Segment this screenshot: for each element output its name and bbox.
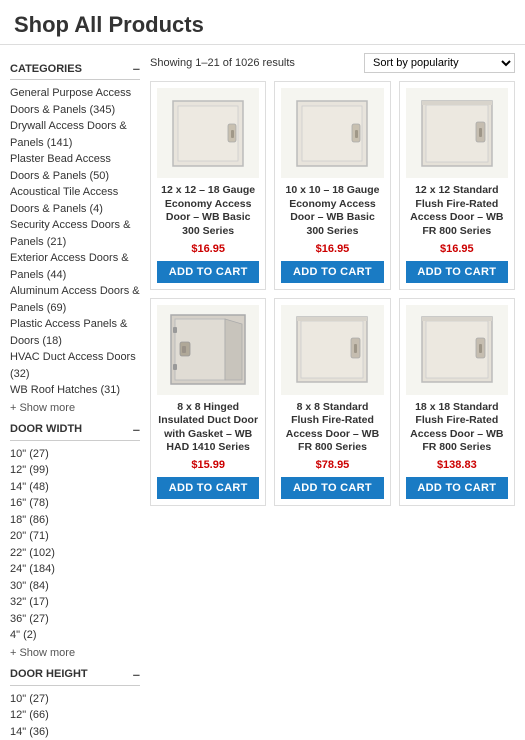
show-more-width-icon: + xyxy=(10,647,16,659)
product-image xyxy=(406,88,508,178)
door-width-14[interactable]: 14" (48) xyxy=(10,479,140,496)
page-title: Shop All Products xyxy=(0,0,525,45)
categories-show-more-label: Show more xyxy=(19,402,75,414)
door-width-36[interactable]: 36" (27) xyxy=(10,611,140,628)
product-name: 10 x 10 – 18 Gauge Economy Access Door –… xyxy=(281,184,383,239)
product-image xyxy=(157,305,259,395)
door-width-20[interactable]: 20" (71) xyxy=(10,528,140,545)
sidebar-item-plaster[interactable]: Plaster Bead Access Doors & Panels (50) xyxy=(10,151,140,184)
door-width-22[interactable]: 22" (102) xyxy=(10,545,140,562)
door-height-12[interactable]: 12" (66) xyxy=(10,707,140,724)
add-to-cart-button[interactable]: ADD TO CART xyxy=(406,261,508,283)
product-card: 12 x 12 – 18 Gauge Economy Access Door –… xyxy=(150,81,266,290)
product-image xyxy=(406,305,508,395)
sidebar-item-drywall[interactable]: Drywall Access Doors & Panels (141) xyxy=(10,118,140,151)
add-to-cart-button[interactable]: ADD TO CART xyxy=(157,261,259,283)
sidebar-item-hvac[interactable]: HVAC Duct Access Doors (32) xyxy=(10,349,140,382)
product-name: 18 x 18 Standard Flush Fire-Rated Access… xyxy=(406,401,508,456)
sidebar-section-categories: CATEGORIES – xyxy=(10,61,140,80)
sidebar-section-door-height: DOOR HEIGHT – xyxy=(10,667,140,686)
door-height-list: 10" (27) 12" (66) 14" (36) xyxy=(10,691,140,740)
product-image xyxy=(281,305,383,395)
product-name: 12 x 12 – 18 Gauge Economy Access Door –… xyxy=(157,184,259,239)
categories-collapse-icon[interactable]: – xyxy=(133,61,140,76)
categories-list: General Purpose Access Doors & Panels (3… xyxy=(10,85,140,399)
sidebar-section-title-door-height: DOOR HEIGHT xyxy=(10,668,88,680)
door-width-32[interactable]: 32" (17) xyxy=(10,594,140,611)
sidebar-item-plastic[interactable]: Plastic Access Panels & Doors (18) xyxy=(10,316,140,349)
product-name: 8 x 8 Hinged Insulated Duct Door with Ga… xyxy=(157,401,259,456)
add-to-cart-button[interactable]: ADD TO CART xyxy=(281,477,383,499)
sidebar-item-exterior[interactable]: Exterior Access Doors & Panels (44) xyxy=(10,250,140,283)
product-price: $15.99 xyxy=(191,459,225,471)
product-name: 8 x 8 Standard Flush Fire-Rated Access D… xyxy=(281,401,383,456)
door-width-18[interactable]: 18" (86) xyxy=(10,512,140,529)
add-to-cart-button[interactable]: ADD TO CART xyxy=(406,477,508,499)
sidebar-section-door-width: DOOR WIDTH – xyxy=(10,422,140,441)
sidebar-section-title-door-width: DOOR WIDTH xyxy=(10,423,82,435)
door-width-24[interactable]: 24" (184) xyxy=(10,561,140,578)
sidebar-item-aluminum[interactable]: Aluminum Access Doors & Panels (69) xyxy=(10,283,140,316)
product-grid: 12 x 12 – 18 Gauge Economy Access Door –… xyxy=(150,81,515,506)
door-width-10[interactable]: 10" (27) xyxy=(10,446,140,463)
product-name: 12 x 12 Standard Flush Fire-Rated Access… xyxy=(406,184,508,239)
sort-select[interactable]: Sort by popularity Sort by latest Sort b… xyxy=(364,53,515,73)
door-width-show-more[interactable]: + Show more xyxy=(10,647,140,659)
sidebar-item-general-purpose[interactable]: General Purpose Access Doors & Panels (3… xyxy=(10,85,140,118)
product-price: $16.95 xyxy=(191,243,225,255)
categories-show-more[interactable]: + Show more xyxy=(10,402,140,414)
product-card: 8 x 8 Hinged Insulated Duct Door with Ga… xyxy=(150,298,266,507)
results-info: Showing 1–21 of 1026 results xyxy=(150,57,295,69)
door-height-10[interactable]: 10" (27) xyxy=(10,691,140,708)
sidebar: CATEGORIES – General Purpose Access Door… xyxy=(10,53,150,740)
add-to-cart-button[interactable]: ADD TO CART xyxy=(281,261,383,283)
add-to-cart-button[interactable]: ADD TO CART xyxy=(157,477,259,499)
door-height-collapse-icon[interactable]: – xyxy=(133,667,140,682)
sidebar-item-security[interactable]: Security Access Doors & Panels (21) xyxy=(10,217,140,250)
product-image xyxy=(281,88,383,178)
product-card: 10 x 10 – 18 Gauge Economy Access Door –… xyxy=(274,81,390,290)
door-width-list: 10" (27) 12" (99) 14" (48) 16" (78) 18" … xyxy=(10,446,140,644)
door-width-16[interactable]: 16" (78) xyxy=(10,495,140,512)
show-more-icon: + xyxy=(10,402,16,414)
product-image xyxy=(157,88,259,178)
page-header: Shop All Products xyxy=(0,0,525,45)
door-width-12[interactable]: 12" (99) xyxy=(10,462,140,479)
door-height-14[interactable]: 14" (36) xyxy=(10,724,140,740)
product-card: 12 x 12 Standard Flush Fire-Rated Access… xyxy=(399,81,515,290)
sidebar-item-acoustical[interactable]: Acoustical Tile Access Doors & Panels (4… xyxy=(10,184,140,217)
product-price: $78.95 xyxy=(316,459,350,471)
content-header: Showing 1–21 of 1026 results Sort by pop… xyxy=(150,53,515,73)
product-price: $138.83 xyxy=(437,459,477,471)
main-content: Showing 1–21 of 1026 results Sort by pop… xyxy=(150,53,515,740)
door-width-30[interactable]: 30" (84) xyxy=(10,578,140,595)
product-price: $16.95 xyxy=(440,243,474,255)
product-card: 8 x 8 Standard Flush Fire-Rated Access D… xyxy=(274,298,390,507)
sidebar-item-wb-roof[interactable]: WB Roof Hatches (31) xyxy=(10,382,140,399)
door-width-show-more-label: Show more xyxy=(19,647,75,659)
product-price: $16.95 xyxy=(316,243,350,255)
product-card: 18 x 18 Standard Flush Fire-Rated Access… xyxy=(399,298,515,507)
door-width-collapse-icon[interactable]: – xyxy=(133,422,140,437)
door-width-4[interactable]: 4" (2) xyxy=(10,627,140,644)
sidebar-section-title-categories: CATEGORIES xyxy=(10,63,82,75)
